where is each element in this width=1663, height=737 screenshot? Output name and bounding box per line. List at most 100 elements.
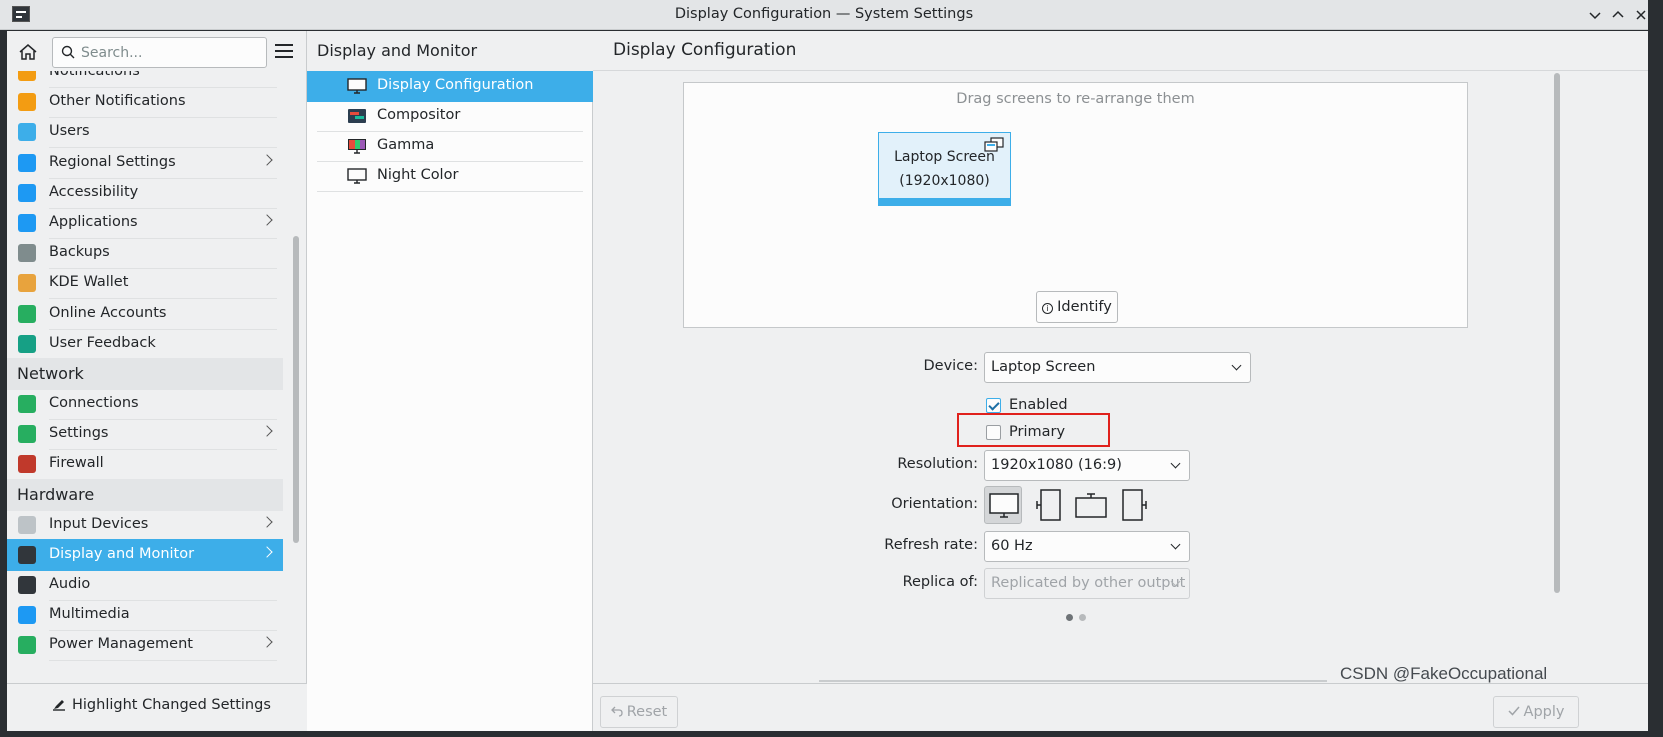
sidebar-item-multimedia[interactable]: Multimedia	[7, 599, 283, 632]
search-input[interactable]	[81, 42, 261, 64]
accessibility-icon	[18, 183, 36, 202]
users-icon	[18, 123, 36, 142]
sidebar-item-other-notifications[interactable]: Other Notifications	[7, 86, 283, 119]
globe-icon	[18, 425, 36, 444]
subcategory-item-label: Compositor	[377, 107, 461, 123]
power-icon	[18, 636, 36, 655]
highlight-changed-settings-label: Highlight Changed Settings	[72, 697, 271, 713]
title-bar[interactable]: Display Configuration — System Settings	[0, 0, 1648, 30]
orientation-label: Orientation:	[891, 496, 978, 512]
orientation-inverted-button[interactable]	[1072, 486, 1110, 524]
orientation-portrait-left-button[interactable]	[1029, 486, 1067, 524]
apply-button[interactable]: Apply	[1493, 696, 1579, 728]
identify-label: Identify	[1057, 299, 1112, 315]
sidebar-item-user-feedback[interactable]: User Feedback	[7, 328, 283, 360]
undo-icon	[610, 706, 623, 717]
home-icon[interactable]	[17, 41, 39, 63]
resolution-label: Resolution:	[897, 456, 978, 472]
sidebar-item-firewall[interactable]: Firewall	[7, 448, 283, 481]
sidebar-list: Notifications Other Notifications Users Reg…	[7, 71, 290, 683]
sidebar-item-connections[interactable]: Connections	[7, 388, 283, 420]
panel-header: Display Configuration	[593, 31, 1648, 71]
subcategory-item-label: Display Configuration	[377, 77, 534, 93]
wallet-icon	[18, 274, 36, 293]
reset-label: Reset	[626, 704, 668, 720]
sidebar-item-label: Online Accounts	[49, 304, 167, 321]
maximize-icon[interactable]	[1606, 3, 1630, 27]
device-value: Laptop Screen	[991, 359, 1096, 375]
divider	[49, 660, 277, 662]
sidebar-item-label: Users	[49, 123, 90, 140]
screen-tile-laptop[interactable]: Laptop Screen (1920x1080)	[878, 132, 1011, 206]
page-dot[interactable]	[1079, 614, 1086, 621]
subcategory-item-night-color[interactable]: Night Color	[307, 161, 593, 192]
sidebar-item-input-devices[interactable]: Input Devices	[7, 509, 283, 541]
bell-icon	[18, 93, 36, 112]
sidebar-item-display-and-monitor[interactable]: Display and Monitor	[7, 538, 283, 571]
page-dot-active[interactable]	[1066, 614, 1073, 621]
sidebar-item-power-management[interactable]: Power Management	[7, 629, 283, 662]
monitor-icon	[347, 78, 367, 94]
page-indicator[interactable]	[1066, 609, 1092, 625]
sidebar-item-applications[interactable]: Applications	[7, 207, 283, 239]
subcategory-header: Display and Monitor	[307, 31, 593, 71]
sidebar-toolbar	[7, 31, 307, 71]
sidebar-item-users[interactable]: Users	[7, 116, 283, 149]
device-dropdown[interactable]: Laptop Screen	[984, 352, 1251, 383]
inverted-monitor-icon	[1075, 493, 1107, 518]
refresh-rate-dropdown[interactable]: 60 Hz	[984, 531, 1190, 562]
sidebar-scrollbar[interactable]	[293, 236, 299, 543]
chevron-right-icon	[261, 546, 273, 558]
sidebar-item-label: Power Management	[49, 636, 193, 653]
firewall-icon	[18, 455, 36, 474]
sidebar-item-kde-wallet[interactable]: KDE Wallet	[7, 267, 283, 300]
primary-label: Primary	[1009, 424, 1066, 440]
chevron-right-icon	[261, 425, 273, 437]
orientation-landscape-button[interactable]	[984, 486, 1022, 524]
sidebar-item-label: Accessibility	[49, 183, 139, 200]
sidebar-footer: Highlight Changed Settings	[7, 683, 307, 731]
identify-button[interactable]: i Identify	[1036, 291, 1118, 323]
sidebar-category-label: Hardware	[17, 484, 95, 504]
search-icon	[61, 45, 75, 59]
close-icon[interactable]	[1629, 3, 1653, 27]
sidebar: Notifications Other Notifications Users Reg…	[7, 31, 307, 731]
sidebar-item-online-accounts[interactable]: Online Accounts	[7, 298, 283, 330]
subcategory-item-compositor[interactable]: Compositor	[307, 101, 593, 132]
hamburger-menu-icon[interactable]	[275, 44, 293, 58]
sidebar-item-label: Firewall	[49, 455, 104, 472]
primary-checkbox[interactable]	[986, 425, 1001, 440]
orientation-portrait-right-button[interactable]	[1116, 486, 1154, 524]
globe-icon	[18, 395, 36, 413]
feedback-icon	[18, 334, 36, 353]
highlighter-icon	[53, 700, 65, 711]
chevron-down-icon	[1170, 458, 1181, 469]
sidebar-item-label: Input Devices	[49, 515, 149, 532]
portrait-left-monitor-icon	[1036, 489, 1061, 521]
sidebar-item-accessibility[interactable]: Accessibility	[7, 177, 283, 209]
reset-button[interactable]: Reset	[600, 696, 678, 728]
highlight-changed-settings-button[interactable]: Highlight Changed Settings	[52, 697, 271, 719]
enabled-checkbox[interactable]	[986, 398, 1001, 413]
resolution-dropdown[interactable]: 1920x1080 (16:9)	[984, 450, 1190, 481]
sidebar-item-backups[interactable]: Backups	[7, 237, 283, 270]
search-field[interactable]	[52, 37, 267, 68]
chevron-right-icon	[261, 153, 273, 166]
divider	[317, 191, 583, 192]
replica-of-dropdown[interactable]: Replicated by other output	[984, 568, 1190, 599]
chevron-right-icon	[261, 515, 273, 528]
sidebar-item-settings[interactable]: Settings	[7, 418, 283, 451]
panel-scrollbar[interactable]	[1551, 71, 1563, 683]
subcategory-item-display-configuration[interactable]: Display Configuration	[307, 71, 593, 102]
monitor-icon	[347, 168, 367, 184]
sidebar-item-label: Notifications	[49, 71, 140, 79]
subcategory-item-gamma[interactable]: Gamma	[307, 131, 593, 162]
screen-arrangement-area[interactable]: Drag screens to re-arrange them Laptop S…	[683, 82, 1468, 328]
minimize-icon[interactable]	[1583, 3, 1607, 27]
sidebar-item-audio[interactable]: Audio	[7, 569, 283, 601]
chevron-right-icon	[261, 636, 273, 649]
chevron-down-icon	[1170, 539, 1181, 550]
sidebar-category-hardware: Hardware	[7, 478, 283, 511]
landscape-monitor-icon	[989, 493, 1019, 518]
sidebar-item-regional-settings[interactable]: Regional Settings	[7, 147, 283, 179]
